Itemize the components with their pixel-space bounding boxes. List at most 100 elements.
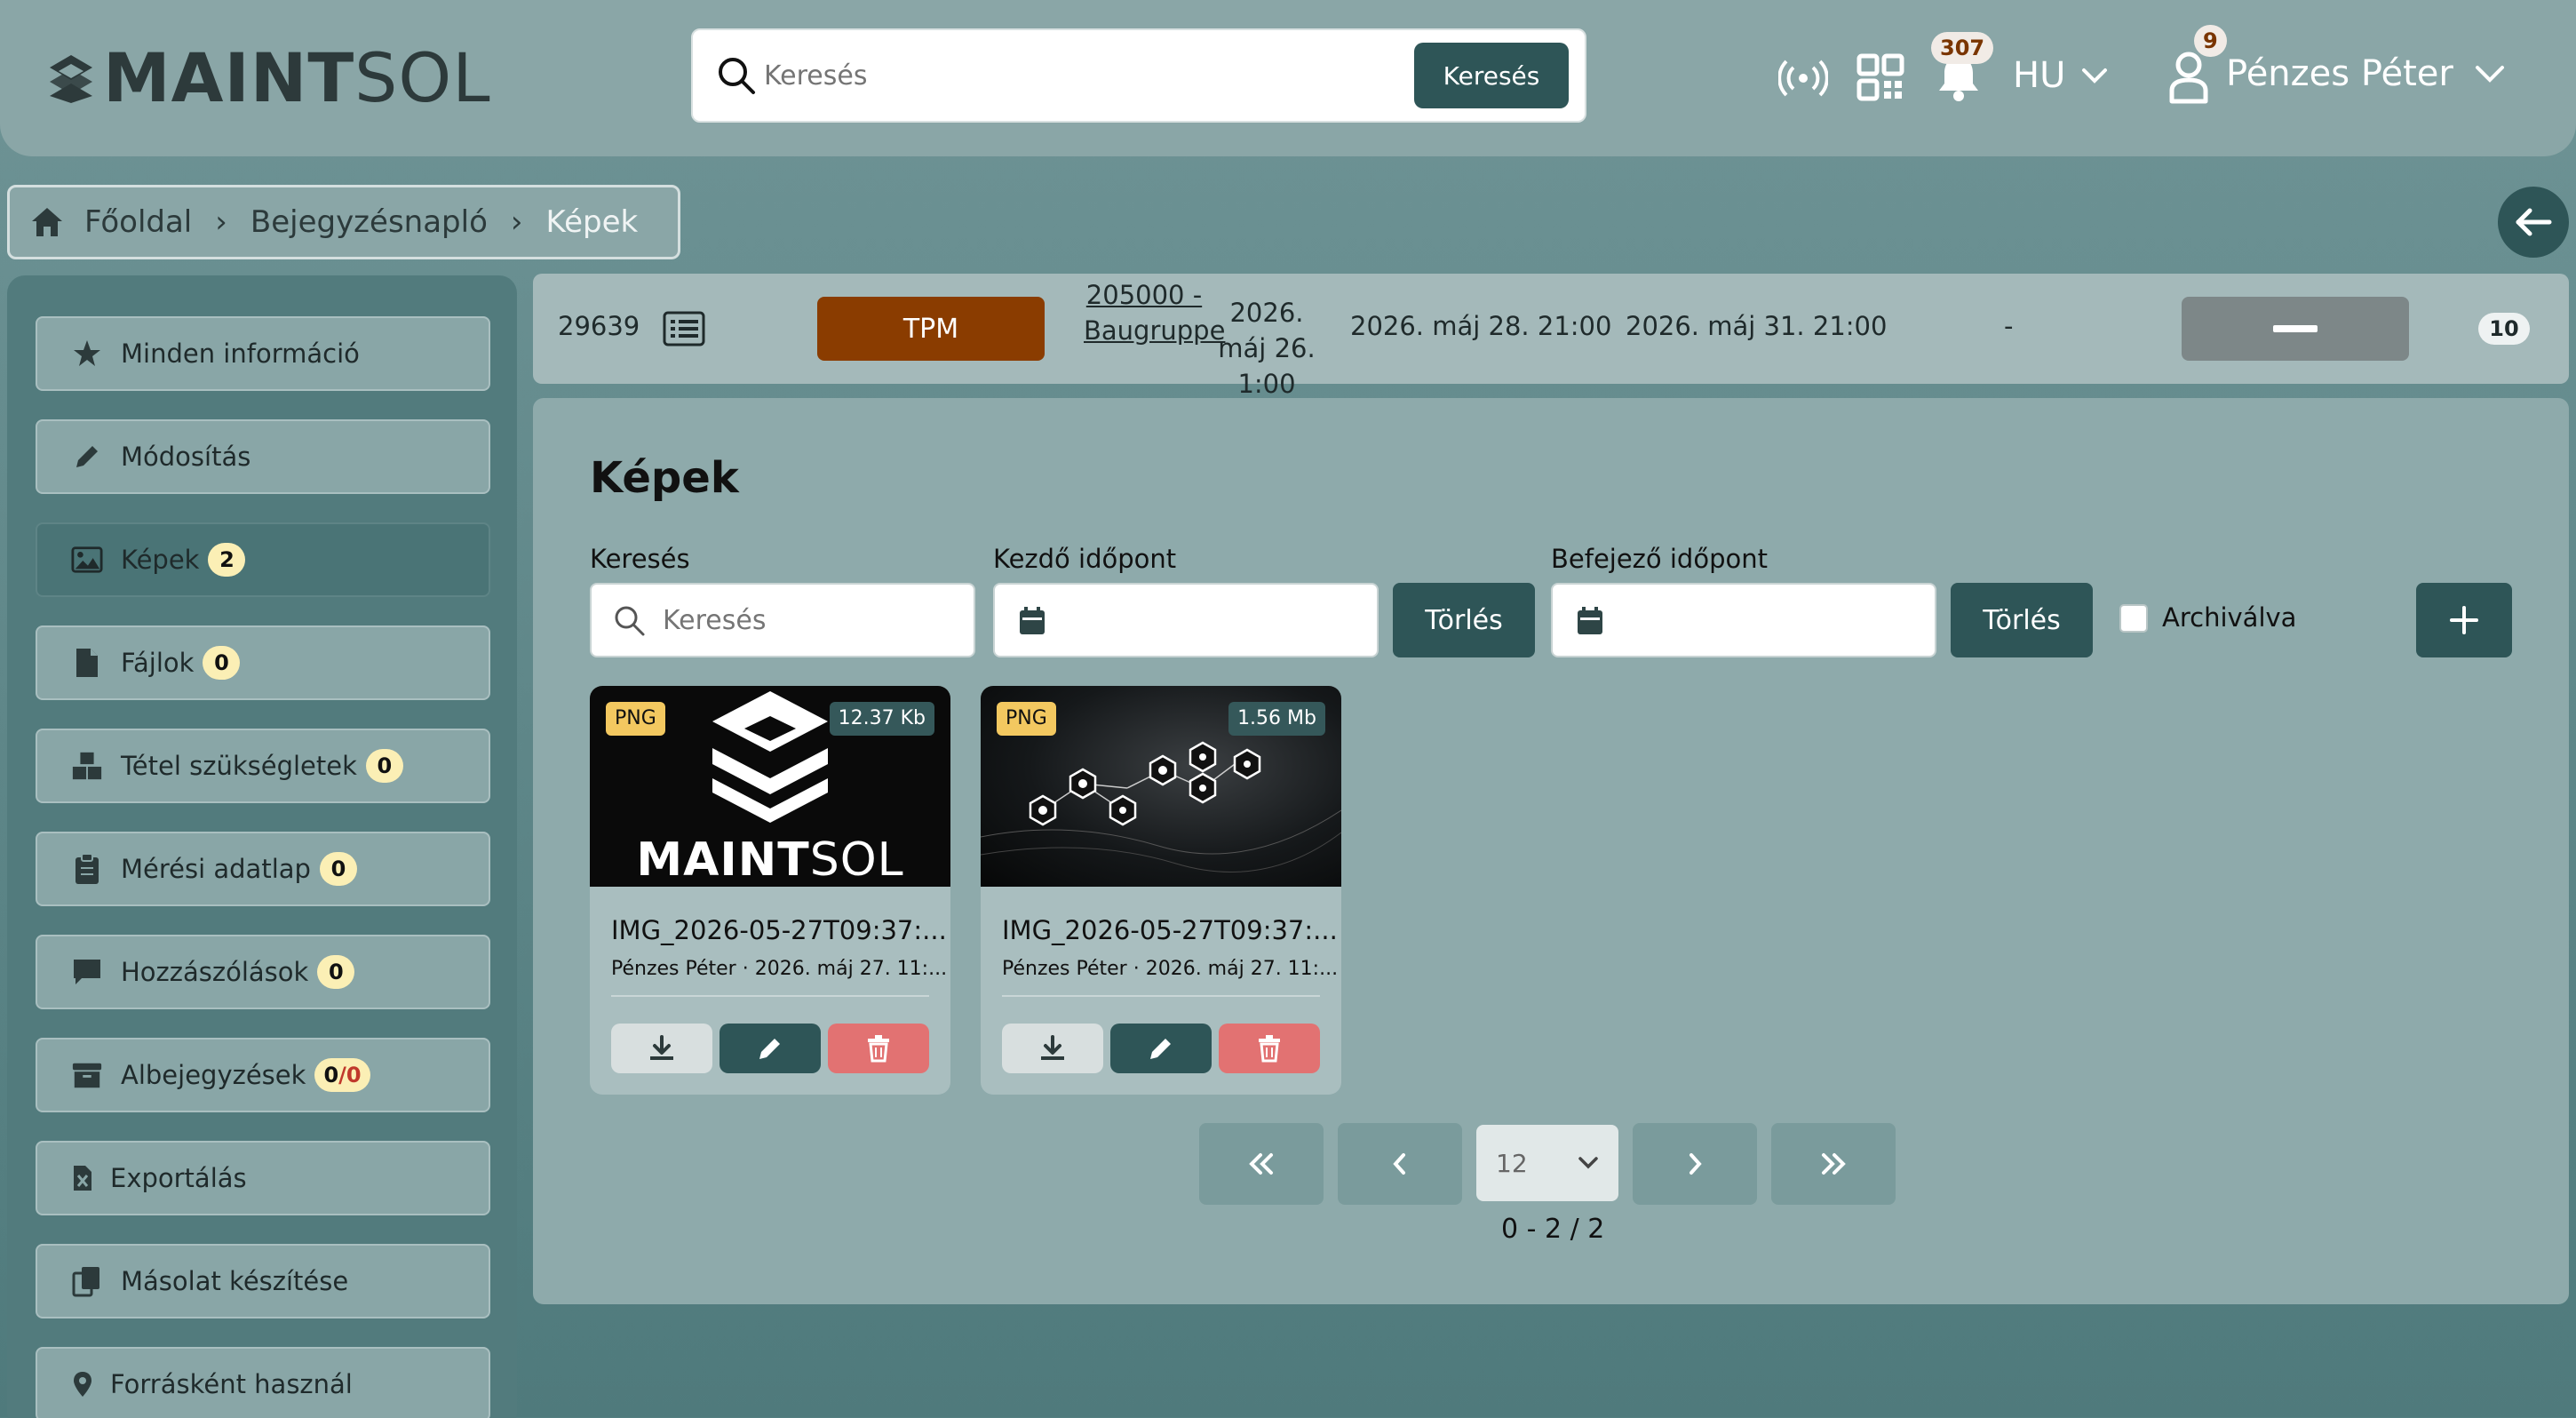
- comments-count-badge: 0: [317, 955, 355, 989]
- chevron-left-icon: [1393, 1153, 1405, 1175]
- end-date-field[interactable]: [1551, 583, 1936, 657]
- logo-bold-text: MAINT: [103, 38, 355, 117]
- logo-light-text: SOL: [354, 38, 491, 117]
- sidebar-item-item-requirements[interactable]: Tétel szükségletek 0: [36, 729, 490, 803]
- requirements-count-badge: 0: [365, 749, 403, 783]
- card-divider: [1002, 995, 1320, 997]
- archived-checkbox[interactable]: [2119, 604, 2148, 633]
- arrow-left-icon: [2516, 208, 2552, 236]
- card-divider: [611, 995, 929, 997]
- chevron-right-icon: [1690, 1153, 1702, 1175]
- chevron-down-icon: [2082, 68, 2108, 84]
- breadcrumb-home[interactable]: Főoldal: [84, 204, 192, 240]
- entry-info-row: 29639 TPM 205000 - Baugruppe 2026. máj 2…: [533, 274, 2569, 399]
- breadcrumb-log[interactable]: Bejegyzésnapló: [250, 204, 488, 240]
- image-search-input[interactable]: [663, 601, 947, 640]
- sidebar-item-all-info[interactable]: Minden információ: [36, 316, 490, 391]
- pagination-info: 0 - 2 / 2: [1501, 1214, 1605, 1245]
- end-date-label: Befejező időpont: [1551, 544, 1768, 574]
- global-search: Keresés: [691, 28, 1586, 123]
- qr-code-icon[interactable]: [1856, 53, 1904, 101]
- sidebar-item-label: Tétel szükségletek: [121, 751, 357, 781]
- sidebar-item-label: Minden információ: [121, 339, 360, 369]
- sidebar-item-edit[interactable]: Módosítás: [36, 419, 490, 494]
- search-label: Keresés: [590, 544, 690, 574]
- previous-page-button[interactable]: [1338, 1123, 1462, 1205]
- clear-end-date-button[interactable]: Törlés: [1951, 583, 2093, 657]
- search-icon: [719, 58, 755, 94]
- search-icon: [615, 606, 645, 636]
- entry-date-3: 2026. máj 31. 21:00: [1626, 311, 1888, 341]
- page-size-select[interactable]: 12: [1476, 1125, 1618, 1201]
- page-title: Képek: [590, 453, 739, 503]
- sidebar-item-sub-entries[interactable]: Albejegyzések 0/0: [36, 1038, 490, 1112]
- clear-start-date-button[interactable]: Törlés: [1393, 583, 1535, 657]
- user-icon[interactable]: [2167, 50, 2210, 105]
- image-filename: IMG_2026-05-27T09:37:...: [611, 915, 947, 945]
- user-name-label: Pénzes Péter: [2226, 53, 2453, 94]
- home-icon[interactable]: [29, 205, 65, 239]
- download-icon: [650, 1035, 673, 1060]
- sidebar-item-copy[interactable]: Másolat készítése: [36, 1244, 490, 1318]
- download-button[interactable]: [611, 1024, 712, 1073]
- logo-text: MAINTSOL: [103, 44, 491, 112]
- sidebar-item-label: Képek: [121, 545, 200, 575]
- sidebar-item-label: Másolat készítése: [121, 1266, 349, 1296]
- global-search-button[interactable]: Keresés: [1414, 43, 1569, 108]
- image-search-field: [590, 583, 975, 657]
- image-meta: Pénzes Péter · 2026. máj 27. 11:...: [611, 958, 948, 980]
- delete-button[interactable]: [1219, 1024, 1320, 1073]
- file-type-badge: PNG: [997, 702, 1056, 736]
- add-image-button[interactable]: [2416, 583, 2512, 657]
- top-header: MAINTSOL Keresés 307 HU: [0, 0, 2576, 156]
- next-page-button[interactable]: [1633, 1123, 1757, 1205]
- language-label: HU: [2013, 55, 2066, 96]
- pencil-icon: [71, 441, 103, 473]
- language-selector[interactable]: HU: [2013, 55, 2108, 96]
- back-button[interactable]: [2498, 187, 2569, 258]
- trash-icon: [868, 1035, 889, 1063]
- breadcrumb-current: Képek: [545, 204, 639, 240]
- global-search-input[interactable]: [764, 55, 1386, 96]
- file-size-badge: 12.37 Kb: [829, 702, 934, 736]
- excel-icon: [71, 1162, 94, 1194]
- sidebar-item-images[interactable]: Képek 2: [36, 522, 490, 597]
- boxes-icon: [71, 750, 103, 782]
- maintsol-logo[interactable]: MAINTSOL: [44, 44, 491, 112]
- sidebar-item-label: Módosítás: [121, 442, 251, 472]
- list-details-icon[interactable]: [663, 311, 705, 347]
- sidebar-item-comments[interactable]: Hozzászólások 0: [36, 935, 490, 1009]
- calendar-icon: [1020, 607, 1045, 634]
- sidebar-item-use-as-source[interactable]: Forrásként használ: [36, 1347, 490, 1418]
- sidebar-item-measurement-sheet[interactable]: Mérési adatlap 0: [36, 832, 490, 906]
- sidebar-item-export[interactable]: Exportálás: [36, 1141, 490, 1215]
- edit-button[interactable]: [1110, 1024, 1212, 1073]
- sidebar-item-label: Hozzászólások: [121, 957, 309, 987]
- delete-button[interactable]: [828, 1024, 929, 1073]
- start-date-field[interactable]: [993, 583, 1379, 657]
- plus-icon: [2450, 606, 2478, 634]
- page-size-value: 12: [1496, 1148, 1528, 1178]
- sidebar: Minden információ Módosítás Képek 2 Fájl…: [7, 275, 517, 1418]
- image-filename: IMG_2026-05-27T09:37:...: [1002, 915, 1338, 945]
- last-page-button[interactable]: [1771, 1123, 1896, 1205]
- collapse-button[interactable]: [2182, 297, 2409, 361]
- file-icon: [71, 647, 103, 679]
- chevron-down-icon: [2475, 66, 2504, 83]
- minus-icon: [2273, 325, 2318, 332]
- entry-project-link[interactable]: 205000 - Baugruppe: [1084, 277, 1225, 348]
- first-page-button[interactable]: [1199, 1123, 1324, 1205]
- broadcast-icon[interactable]: [1778, 59, 1828, 98]
- sidebar-item-files[interactable]: Fájlok 0: [36, 625, 490, 700]
- image-thumbnail[interactable]: MAINTSOL PNG 12.37 Kb: [590, 686, 950, 887]
- image-thumbnail[interactable]: PNG 1.56 Mb: [981, 686, 1341, 887]
- image-card[interactable]: PNG 1.56 Mb IMG_2026-05-27T09:37:... Pén…: [981, 686, 1341, 1095]
- pencil-icon: [759, 1039, 780, 1059]
- edit-button[interactable]: [720, 1024, 821, 1073]
- image-icon: [71, 544, 103, 576]
- user-menu[interactable]: Pénzes Péter: [2226, 53, 2505, 94]
- download-button[interactable]: [1002, 1024, 1103, 1073]
- image-card[interactable]: MAINTSOL PNG 12.37 Kb IMG_2026-05-27T09:…: [590, 686, 950, 1095]
- sidebar-item-label: Fájlok: [121, 648, 195, 678]
- archive-icon: [71, 1059, 103, 1091]
